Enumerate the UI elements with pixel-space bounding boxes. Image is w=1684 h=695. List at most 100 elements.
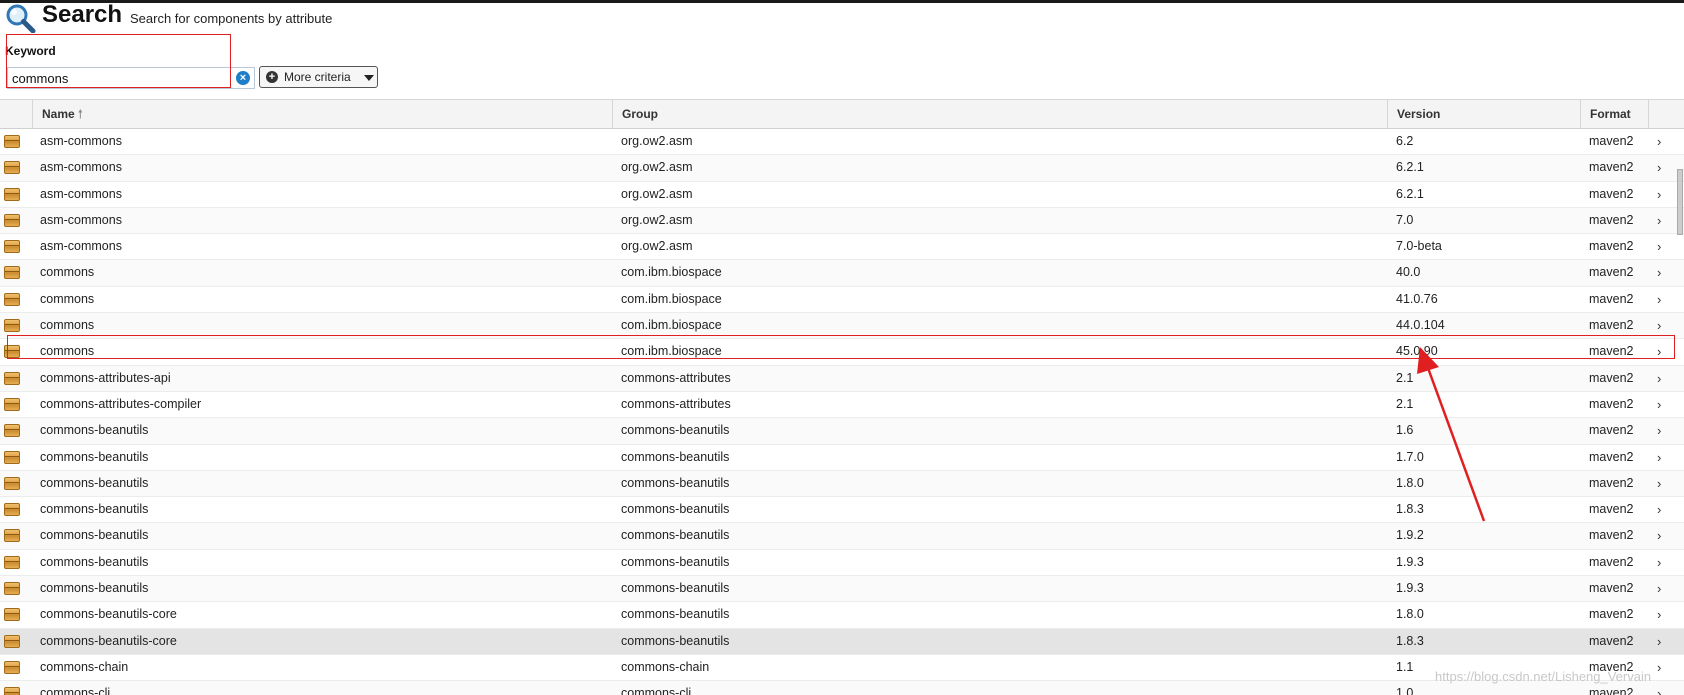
chevron-right-icon[interactable]: › [1657, 313, 1661, 338]
chevron-right-icon[interactable]: › [1657, 523, 1661, 548]
table-row[interactable]: commons com.ibm.biospace 44.0.104 maven2 › [0, 313, 1684, 340]
cell-format: maven2 [1589, 186, 1634, 201]
cell-version: 1.8.0 [1396, 607, 1424, 622]
cell-name: commons-beanutils [40, 475, 149, 490]
table-row[interactable]: commons com.ibm.biospace 40.0 maven2 › [0, 260, 1684, 287]
chevron-right-icon[interactable]: › [1657, 550, 1661, 575]
cell-format: maven2 [1589, 291, 1634, 306]
cell-format: maven2 [1589, 160, 1634, 175]
table-row[interactable]: commons-beanutils commons-beanutils 1.6 mav… [0, 418, 1684, 445]
table-row[interactable]: commons-beanutils commons-beanutils 1.9.2 m… [0, 523, 1684, 550]
cell-group: commons-attributes [621, 396, 731, 411]
chevron-right-icon[interactable]: › [1657, 339, 1661, 364]
chevron-right-icon[interactable]: › [1657, 208, 1661, 233]
grid-header: Name 🠕 Group Version Format [0, 99, 1684, 129]
cell-group: commons-cli [621, 686, 692, 695]
cell-version: 6.2.1 [1396, 160, 1424, 175]
component-icon [4, 397, 20, 411]
table-row[interactable]: commons-beanutils commons-beanutils 1.8.0 m… [0, 470, 1684, 498]
chevron-right-icon[interactable]: › [1657, 445, 1661, 470]
cell-name: commons-beanutils [40, 528, 149, 543]
header-format[interactable]: Format [1580, 100, 1648, 129]
chevron-right-icon[interactable]: › [1657, 182, 1661, 207]
chevron-right-icon[interactable]: › [1657, 418, 1661, 443]
cell-format: maven2 [1589, 633, 1634, 648]
more-criteria-label: More criteria [284, 70, 351, 84]
table-row[interactable]: commons-beanutils commons-beanutils 1.7.0 m… [0, 445, 1684, 471]
cell-name: commons-beanutils [40, 449, 149, 464]
cell-format: maven2 [1589, 475, 1634, 490]
cell-format: maven2 [1589, 423, 1634, 438]
scrollbar-thumb[interactable] [1677, 169, 1683, 235]
cell-group: com.ibm.biospace [621, 265, 722, 280]
vertical-scrollbar[interactable] [1677, 129, 1684, 695]
chevron-right-icon[interactable]: › [1657, 629, 1661, 654]
cell-group: com.ibm.biospace [621, 291, 722, 306]
cell-group: commons-beanutils [621, 449, 730, 464]
cell-version: 1.9.2 [1396, 528, 1424, 543]
cell-name: asm-commons [40, 239, 122, 254]
chevron-right-icon[interactable]: › [1657, 392, 1661, 417]
table-row[interactable]: asm-commons org.ow2.asm 6.2.1 maven2 › [0, 155, 1684, 182]
chevron-right-icon[interactable]: › [1657, 497, 1661, 522]
more-criteria-button[interactable]: + More criteria [259, 66, 378, 88]
cell-version: 1.6 [1396, 423, 1414, 438]
cell-name: asm-commons [40, 212, 122, 227]
table-row[interactable]: asm-commons org.ow2.asm 7.0-beta maven2 › [0, 234, 1684, 261]
cell-format: maven2 [1589, 370, 1634, 385]
table-row[interactable]: asm-commons org.ow2.asm 7.0 maven2 › [0, 207, 1684, 235]
cell-version: 7.0-beta [1396, 239, 1442, 254]
chevron-right-icon[interactable]: › [1657, 260, 1661, 285]
component-icon [4, 450, 20, 464]
cell-format: maven2 [1589, 344, 1634, 359]
cell-format: maven2 [1589, 265, 1634, 280]
table-row[interactable]: commons-beanutils commons-beanutils 1.9.3 m… [0, 550, 1684, 577]
plus-circle-icon: + [266, 71, 278, 83]
chevron-right-icon[interactable]: › [1657, 287, 1661, 312]
table-row[interactable]: commons-cli commons-cli 1.0 maven2 › [0, 681, 1684, 695]
table-row[interactable]: asm-commons org.ow2.asm 6.2 maven2 › [0, 129, 1684, 156]
page-subtitle: Search for components by attribute [130, 11, 333, 26]
cell-name: commons [40, 344, 95, 359]
table-row[interactable]: asm-commons org.ow2.asm 6.2.1 maven2 › [0, 182, 1684, 208]
chevron-right-icon[interactable]: › [1657, 366, 1661, 391]
header-name-label: Name [42, 107, 75, 121]
component-icon [4, 476, 20, 490]
cell-group: com.ibm.biospace [621, 318, 722, 333]
chevron-right-icon[interactable]: › [1657, 129, 1661, 154]
cell-version: 7.0 [1396, 212, 1414, 227]
component-icon [4, 424, 20, 438]
cell-version: 1.8.3 [1396, 502, 1424, 517]
cell-name: asm-commons [40, 186, 122, 201]
cell-name: commons-beanutils-core [40, 607, 177, 622]
chevron-right-icon[interactable]: › [1657, 155, 1661, 180]
component-icon [4, 319, 20, 333]
chevron-right-icon[interactable]: › [1657, 576, 1661, 601]
header-version[interactable]: Version [1387, 100, 1580, 129]
header-group[interactable]: Group [612, 100, 1387, 129]
clear-icon[interactable]: × [236, 71, 250, 85]
table-row[interactable]: commons-beanutils commons-beanutils 1.8.3 m… [0, 497, 1684, 524]
chevron-right-icon[interactable]: › [1657, 655, 1661, 680]
table-row[interactable]: commons com.ibm.biospace 45.0.90 maven2 › [0, 339, 1684, 366]
table-row[interactable]: commons-beanutils-core commons-beanutils 1… [0, 602, 1684, 629]
table-row[interactable]: commons-chain commons-chain 1.1 maven2 › [0, 655, 1684, 682]
table-row[interactable]: commons-attributes-compiler commons-attri… [0, 392, 1684, 419]
cell-format: maven2 [1589, 212, 1634, 227]
chevron-right-icon[interactable]: › [1657, 234, 1661, 259]
cell-format: maven2 [1589, 449, 1634, 464]
table-row[interactable]: commons-beanutils-core commons-beanutils 1… [0, 628, 1684, 655]
cell-name: asm-commons [40, 134, 122, 148]
cell-group: org.ow2.asm [621, 212, 693, 227]
table-row[interactable]: commons-beanutils commons-beanutils 1.9.3 m… [0, 576, 1684, 603]
chevron-right-icon[interactable]: › [1657, 471, 1661, 496]
table-row[interactable]: commons com.ibm.biospace 41.0.76 maven2 › [0, 287, 1684, 314]
component-icon [4, 555, 20, 569]
chevron-right-icon[interactable]: › [1657, 602, 1661, 627]
header-name[interactable]: Name 🠕 [32, 100, 612, 129]
cell-format: maven2 [1589, 396, 1634, 411]
chevron-right-icon[interactable]: › [1657, 681, 1661, 695]
table-row[interactable]: commons-attributes-api commons-attributes… [0, 365, 1684, 392]
cell-group: org.ow2.asm [621, 239, 693, 254]
keyword-input[interactable] [12, 68, 232, 88]
